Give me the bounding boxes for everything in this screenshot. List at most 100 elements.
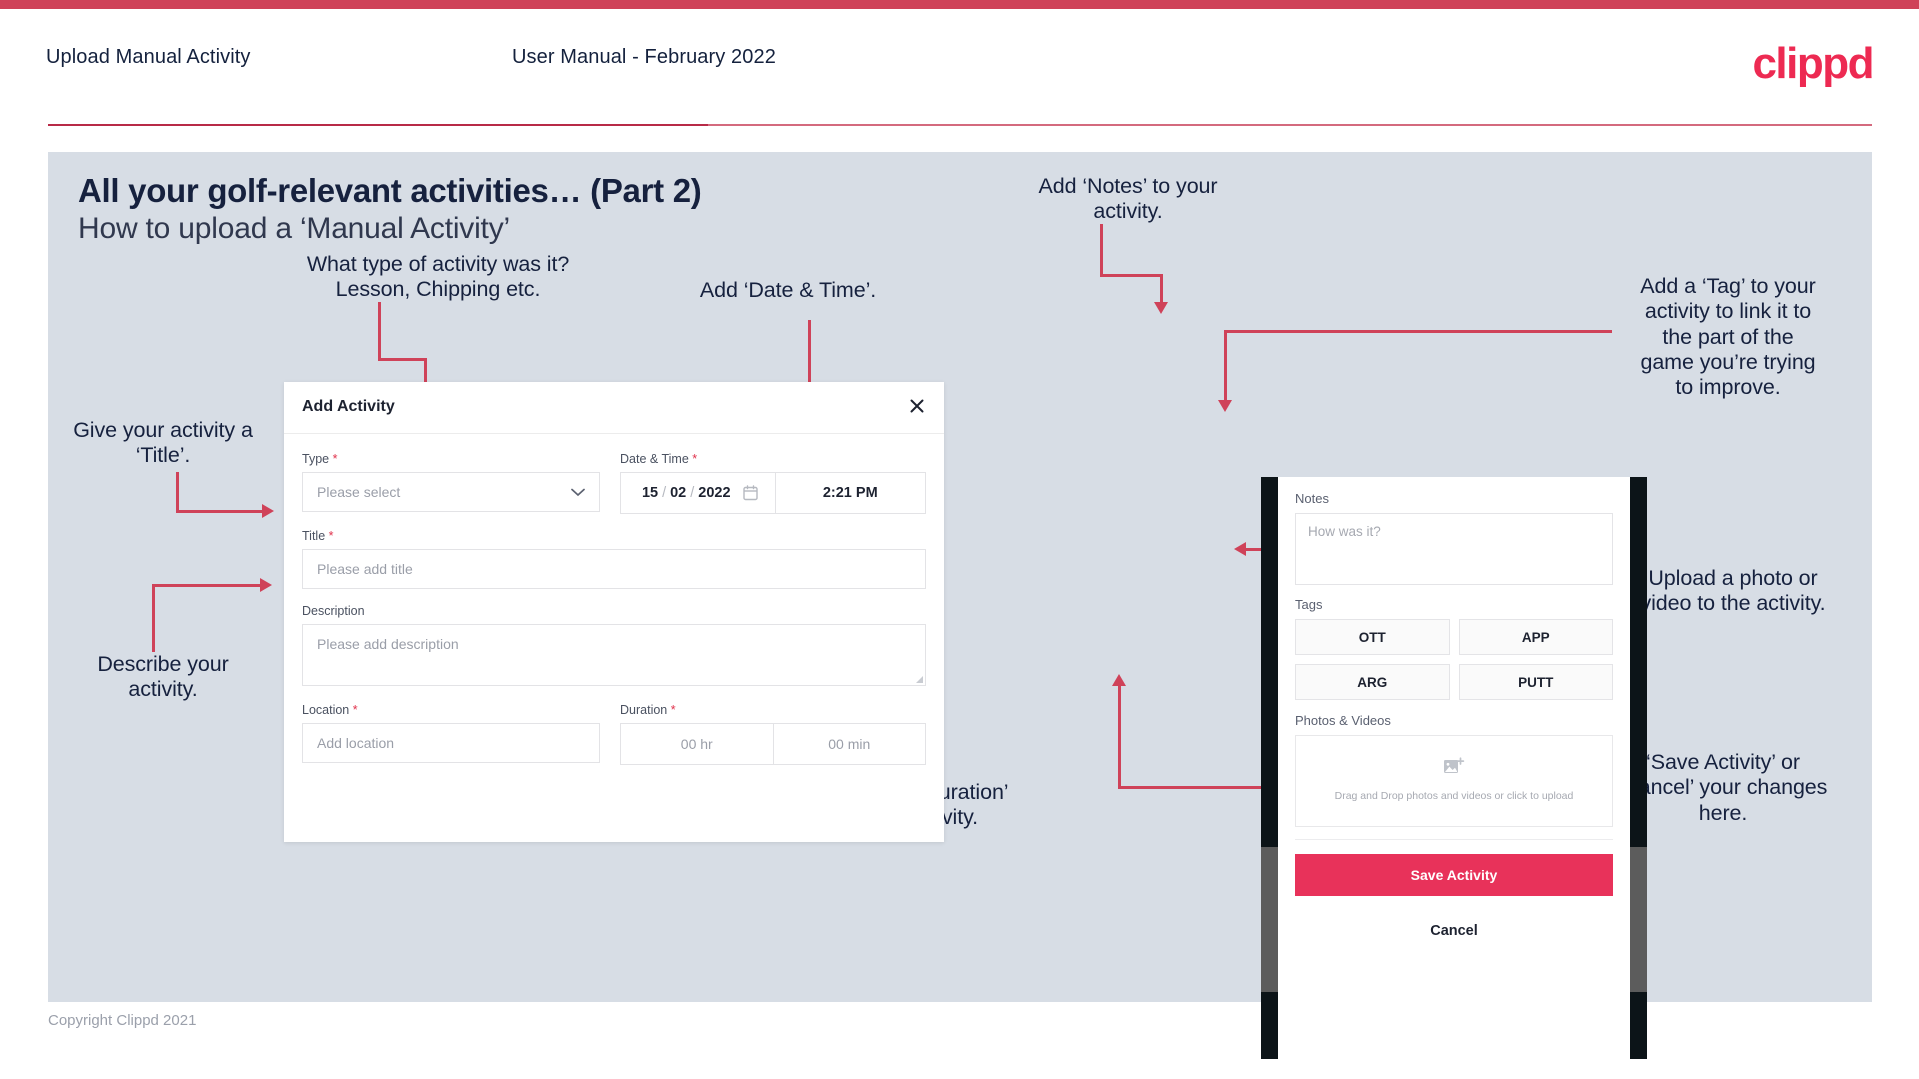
required-marker: *	[328, 529, 334, 543]
type-placeholder: Please select	[317, 484, 401, 500]
type-select[interactable]: Please select	[302, 472, 600, 512]
notes-placeholder: How was it?	[1308, 524, 1381, 539]
connector-tags-arrow	[1218, 400, 1232, 412]
connector-notes-h	[1100, 274, 1162, 277]
time-input[interactable]: 2:21 PM	[776, 473, 926, 513]
top-accent-band	[0, 0, 1919, 9]
slide-heading: All your golf-relevant activities… (Part…	[78, 172, 702, 209]
connector-description-v	[152, 584, 155, 652]
datetime-label: Date & Time *	[620, 452, 926, 466]
connector-notes-arrow	[1154, 302, 1168, 314]
date-year: 2022	[698, 485, 731, 501]
phone-bezel-right-accent	[1630, 847, 1647, 992]
callout-type: What type of activity was it? Lesson, Ch…	[306, 252, 570, 302]
description-textarea[interactable]: Please add description	[302, 624, 926, 686]
modal-header: Add Activity	[284, 382, 944, 434]
duration-minutes-input[interactable]: 00 min	[774, 724, 926, 764]
clippd-logo: clippd	[1752, 39, 1874, 88]
footer-copyright: Copyright Clippd 2021	[48, 1012, 197, 1029]
title-placeholder: Please add title	[317, 561, 413, 577]
close-icon[interactable]	[906, 395, 928, 417]
connector-title-arrow	[262, 504, 274, 518]
title-input[interactable]: Please add title	[302, 549, 926, 589]
field-title: Title * Please add title	[302, 529, 926, 589]
duration-hours-input[interactable]: 00 hr	[621, 724, 774, 764]
phone-bezel-left-accent	[1261, 847, 1278, 992]
tags-grid: OTT APP ARG PUTT	[1295, 619, 1613, 700]
slide-subheading: How to upload a ‘Manual Activity’	[78, 212, 510, 245]
photo-dropzone[interactable]: Drag and Drop photos and videos or click…	[1295, 735, 1613, 827]
description-label: Description	[302, 604, 365, 618]
location-label: Location *	[302, 703, 600, 717]
title-label-text: Title	[302, 529, 326, 543]
duration-group: 00 hr 00 min	[620, 723, 926, 765]
field-datetime: Date & Time * 15 / 02 / 2022 2:21 PM	[620, 452, 926, 514]
callout-title: Give your activity a ‘Title’.	[73, 418, 253, 468]
notes-label: Notes	[1295, 491, 1329, 506]
tag-button-app[interactable]: APP	[1458, 619, 1613, 655]
modal-body: Type * Please select Date & Time * 15 / …	[284, 434, 944, 765]
row-type-datetime: Type * Please select Date & Time * 15 / …	[302, 452, 926, 514]
connector-tags-v	[1224, 330, 1227, 402]
location-placeholder: Add location	[317, 735, 395, 751]
field-type: Type * Please select	[302, 452, 600, 514]
chevron-down-icon	[571, 485, 585, 500]
connector-title-h	[176, 510, 266, 513]
add-image-icon	[1443, 757, 1465, 782]
connector-type-v1	[378, 302, 381, 360]
callout-datetime: Add ‘Date & Time’.	[699, 278, 877, 302]
field-location: Location * Add location	[302, 703, 600, 765]
connector-title-v	[176, 472, 179, 512]
page-title: Upload Manual Activity	[46, 46, 251, 68]
date-input[interactable]: 15 / 02 / 2022	[621, 473, 776, 513]
title-label: Title *	[302, 529, 926, 543]
dropzone-text: Drag and Drop photos and videos or click…	[1334, 790, 1574, 803]
header-divider	[48, 124, 1872, 126]
connector-description-arrow	[260, 578, 272, 592]
tag-button-putt[interactable]: PUTT	[1458, 664, 1613, 700]
date-day: 15	[641, 485, 659, 501]
save-activity-button[interactable]: Save Activity	[1295, 854, 1613, 896]
connector-save-arrow	[1112, 674, 1126, 686]
duration-label: Duration *	[620, 703, 926, 717]
tag-button-ott[interactable]: OTT	[1295, 619, 1450, 655]
required-marker: *	[332, 452, 338, 466]
slide-canvas: All your golf-relevant activities… (Part…	[48, 152, 1872, 1059]
date-separator: /	[690, 485, 695, 501]
connector-description-h	[152, 584, 264, 587]
notes-textarea[interactable]: How was it?	[1295, 513, 1613, 585]
connector-tags-h	[1224, 330, 1612, 333]
phone-bezel-right	[1630, 477, 1647, 1059]
modal-title: Add Activity	[302, 398, 395, 415]
cancel-button[interactable]: Cancel	[1295, 910, 1613, 952]
add-activity-modal: Add Activity Type * Please select Date &…	[284, 382, 944, 842]
field-duration: Duration * 00 hr 00 min	[620, 703, 926, 765]
connector-photos-arrow	[1234, 542, 1246, 556]
slide-root: Upload Manual Activity User Manual - Feb…	[0, 0, 1919, 1079]
photos-label: Photos & Videos	[1295, 713, 1391, 728]
description-placeholder: Please add description	[317, 636, 459, 652]
callout-description: Describe your activity.	[97, 652, 229, 702]
date-separator: /	[662, 485, 667, 501]
phone-bezel-left	[1261, 477, 1278, 1059]
required-marker: *	[352, 703, 358, 717]
phone-divider	[1295, 839, 1613, 840]
row-location-duration: Location * Add location Duration * 00 hr…	[302, 703, 926, 765]
location-input[interactable]: Add location	[302, 723, 600, 763]
datetime-group: 15 / 02 / 2022 2:21 PM	[620, 472, 926, 514]
phone-screen: Notes How was it? Tags OTT APP ARG PUTT …	[1278, 477, 1630, 1059]
datetime-label-text: Date & Time	[620, 452, 689, 466]
tag-button-arg[interactable]: ARG	[1295, 664, 1450, 700]
phone-mockup: Notes How was it? Tags OTT APP ARG PUTT …	[1261, 477, 1647, 1059]
calendar-icon[interactable]	[742, 485, 758, 501]
duration-label-text: Duration	[620, 703, 668, 717]
location-label-text: Location	[302, 703, 350, 717]
connector-type-h	[378, 358, 426, 361]
required-marker: *	[692, 452, 698, 466]
connector-notes-v1	[1100, 224, 1103, 276]
callout-notes: Add ‘Notes’ to your activity.	[1038, 174, 1218, 224]
date-month: 02	[670, 485, 687, 501]
type-label: Type *	[302, 452, 600, 466]
field-description: Description Please add description	[302, 604, 926, 686]
tags-label: Tags	[1295, 597, 1323, 612]
